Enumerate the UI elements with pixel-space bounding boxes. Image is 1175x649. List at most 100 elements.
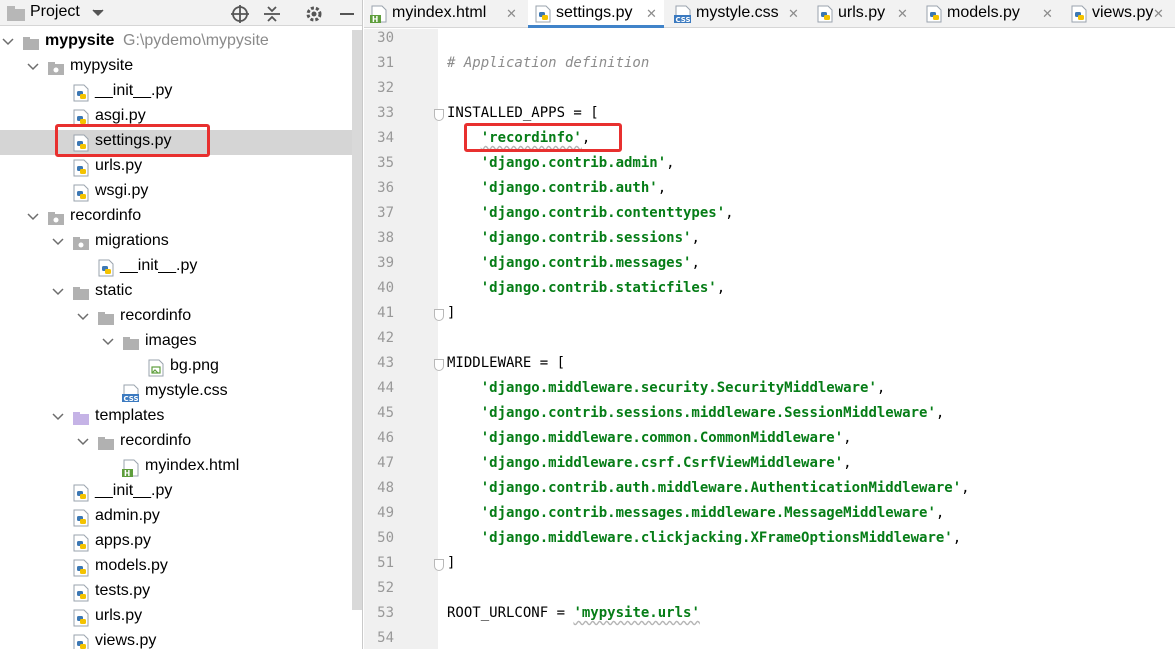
tree-item-label: apps.py [95, 532, 152, 549]
line-number: 37 [377, 205, 394, 221]
tree-item[interactable]: recordinfo [0, 205, 362, 232]
chevron-down-icon[interactable] [52, 413, 64, 421]
tab-mystyle-css[interactable]: CSS mystyle.css ✕ [668, 0, 806, 28]
code-editor[interactable]: 30 31 32 33 34 35 36 37 38 39 40 41 42 43 44 45 46 47 48 49… [364, 29, 1175, 649]
tree-item[interactable]: urls.py [0, 605, 362, 632]
tree-item[interactable]: Hmyindex.html [0, 455, 362, 480]
chevron-down-icon[interactable] [77, 438, 89, 446]
svg-text:CSS: CSS [124, 395, 139, 402]
code-string: 'django.contrib.auth' [480, 180, 658, 196]
close-icon[interactable]: ✕ [788, 6, 799, 22]
tree-item[interactable]: images [0, 330, 362, 355]
code-line: ROOT_URLCONF = 'mypysite.urls' [447, 605, 700, 621]
code-string: 'django.contrib.contenttypes' [480, 205, 726, 221]
project-panel-title[interactable]: Project [30, 3, 80, 21]
tree-item-label: images [145, 332, 197, 349]
fold-marker-icon[interactable] [434, 559, 444, 571]
tree-item[interactable]: __init__.py [0, 80, 362, 105]
package-folder-icon [47, 209, 65, 232]
line-number: 40 [377, 280, 394, 296]
code-line: INSTALLED_APPS = [ [447, 105, 599, 121]
python-file-icon [72, 584, 90, 607]
tree-item[interactable]: migrations [0, 230, 362, 255]
minimize-icon[interactable] [338, 4, 356, 24]
chevron-down-icon[interactable] [52, 288, 64, 296]
close-icon[interactable]: ✕ [646, 6, 657, 22]
code-string: 'django.middleware.clickjacking.XFrameOp… [480, 530, 953, 546]
locate-icon[interactable] [230, 4, 250, 24]
image-file-icon [148, 359, 164, 377]
css-file-icon: CSS [122, 384, 139, 403]
chevron-down-icon[interactable] [102, 338, 114, 346]
tree-item[interactable]: wsgi.py [0, 180, 362, 207]
tree-item[interactable]: __init__.py [0, 480, 362, 505]
folder-icon [72, 284, 90, 307]
python-file-icon [816, 5, 834, 28]
python-file-icon [72, 634, 90, 649]
chevron-down-icon[interactable] [27, 213, 39, 221]
tree-item-label: views.py [95, 632, 157, 649]
project-panel-header: Project [0, 0, 362, 26]
tree-item-label: wsgi.py [95, 182, 149, 199]
tree-item[interactable]: templates [0, 405, 362, 430]
tree-item-label: migrations [95, 232, 169, 249]
close-icon[interactable]: ✕ [1042, 6, 1053, 22]
tree-item[interactable]: recordinfo [0, 305, 362, 330]
tree-item[interactable]: mypysite [0, 55, 362, 82]
image-file-icon [147, 359, 165, 382]
python-file-icon [72, 609, 90, 632]
code-line: 'django.contrib.messages', [480, 255, 700, 271]
tab-label: myindex.html [392, 4, 487, 21]
close-icon[interactable]: ✕ [897, 6, 908, 22]
chevron-down-icon[interactable] [52, 238, 64, 246]
tree-scrollbar[interactable] [352, 30, 362, 610]
chevron-down-icon[interactable] [27, 63, 39, 71]
tree-item[interactable]: CSS mystyle.css [0, 380, 362, 405]
fold-marker-icon[interactable] [434, 109, 444, 121]
tree-item[interactable]: models.py [0, 555, 362, 582]
package-folder-icon [47, 59, 65, 82]
tree-item[interactable]: __init__.py [0, 255, 362, 280]
tree-item[interactable]: urls.py [0, 155, 362, 180]
tree-item[interactable]: views.py [0, 630, 362, 649]
code-string: 'django.middleware.common.CommonMiddlewa… [480, 430, 844, 446]
code-string: 'django.middleware.csrf.CsrfViewMiddlewa… [480, 455, 844, 471]
chevron-down-icon[interactable] [77, 313, 89, 321]
folder-icon [23, 37, 39, 50]
tab-myindex-html[interactable]: Hmyindex.html ✕ [364, 0, 524, 28]
fold-marker-icon[interactable] [434, 309, 444, 321]
tab-views-py[interactable]: views.py ✕ [1064, 0, 1171, 28]
tree-item[interactable]: admin.py [0, 505, 362, 530]
tree-item[interactable]: apps.py [0, 530, 362, 557]
line-number: 45 [377, 405, 394, 421]
tab-settings-py[interactable]: settings.py ✕ [528, 0, 664, 28]
tab-urls-py[interactable]: urls.py ✕ [810, 0, 915, 28]
gear-icon[interactable] [304, 4, 324, 24]
close-icon[interactable]: ✕ [506, 6, 517, 22]
css-file-icon: CSS [674, 5, 691, 24]
tab-models-py[interactable]: models.py ✕ [919, 0, 1060, 28]
package-folder-icon [48, 212, 64, 225]
tree-item[interactable]: tests.py [0, 580, 362, 607]
python-file-icon [72, 184, 90, 207]
line-number: 41 [377, 305, 394, 321]
collapse-all-icon[interactable] [262, 4, 282, 24]
chevron-down-icon[interactable] [92, 9, 104, 17]
python-file-icon [73, 509, 89, 527]
code-string: 'django.contrib.sessions.middleware.Sess… [480, 405, 936, 421]
fold-marker-icon[interactable] [434, 359, 444, 371]
line-number: 35 [377, 155, 394, 171]
chevron-down-icon[interactable] [2, 38, 14, 46]
line-number: 39 [377, 255, 394, 271]
folder-icon [123, 337, 139, 350]
tree-item-label: recordinfo [120, 307, 192, 324]
close-icon[interactable]: ✕ [1153, 6, 1164, 22]
tree-item[interactable]: static [0, 280, 362, 307]
code-string: 'django.contrib.sessions' [480, 230, 692, 246]
python-file-icon [73, 534, 89, 552]
tree-item[interactable]: recordinfo [0, 430, 362, 455]
python-file-icon [72, 534, 90, 557]
tree-item[interactable]: mypysite G:\pydemo\mypysite [0, 30, 362, 55]
python-file-icon [72, 559, 90, 582]
tree-item[interactable]: bg.png [0, 355, 362, 382]
